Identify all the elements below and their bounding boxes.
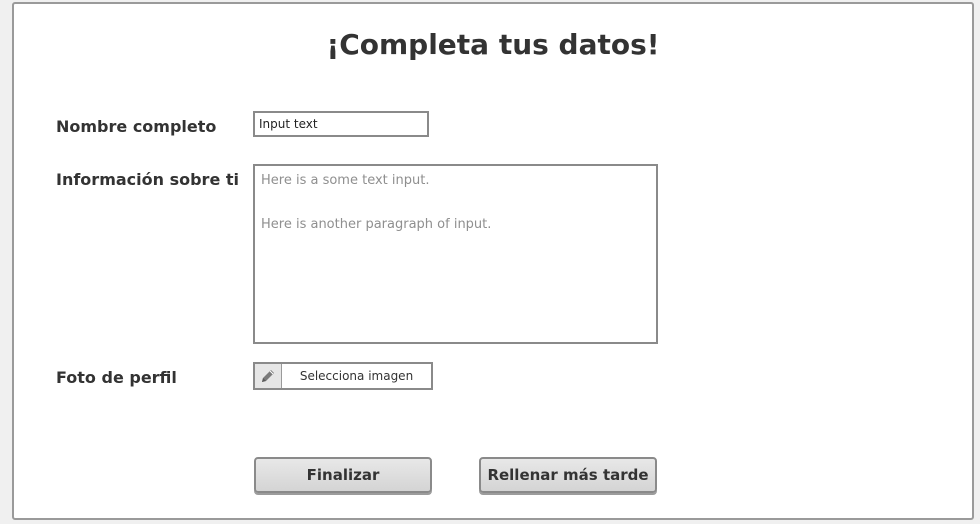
form-title: ¡Completa tus datos!: [326, 28, 660, 61]
fill-later-button[interactable]: Rellenar más tarde: [479, 457, 657, 493]
select-image-button[interactable]: Selecciona imagen: [253, 362, 433, 390]
about-paragraph-1: Here is a some text input.: [261, 173, 430, 188]
pencil-icon: [255, 364, 282, 388]
finish-button[interactable]: Finalizar: [254, 457, 432, 493]
about-textarea[interactable]: Here is a some text input. Here is anoth…: [253, 164, 658, 344]
photo-label: Foto de perfil: [56, 368, 177, 387]
name-label: Nombre completo: [56, 117, 217, 136]
profile-form-panel: ¡Completa tus datos! Nombre completo Inp…: [12, 2, 974, 520]
select-image-label: Selecciona imagen: [299, 369, 414, 383]
about-paragraph-2: Here is another paragraph of input.: [261, 217, 492, 232]
about-label: Información sobre ti: [56, 170, 239, 189]
full-name-input[interactable]: Input text: [253, 111, 429, 137]
